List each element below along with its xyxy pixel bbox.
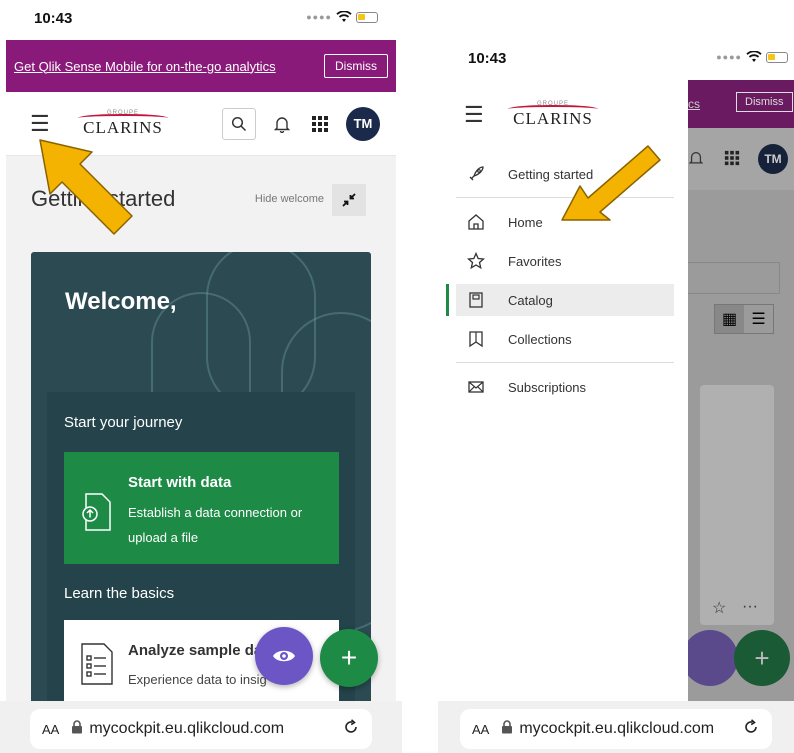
lock-icon [501, 719, 513, 739]
dimmed-user-avatar: TM [758, 144, 788, 174]
reload-icon[interactable] [742, 718, 760, 741]
checklist-document-icon [80, 642, 114, 691]
dimmed-bell-icon [688, 150, 704, 171]
battery-icon [356, 11, 378, 23]
status-bar: 10:43 ●●●● [0, 0, 402, 40]
hamburger-menu-icon[interactable]: ☰ [464, 102, 492, 128]
nav-item-home[interactable]: Home [456, 206, 674, 238]
dimmed-banner-link: cs [688, 97, 700, 111]
hamburger-menu-icon[interactable]: ☰ [30, 111, 58, 137]
mobile-app-banner: Get Qlik Sense Mobile for on-the-go anal… [6, 40, 396, 92]
dimmed-view-toggle: ▦ ☰ [714, 304, 774, 334]
collapse-icon [342, 193, 356, 207]
get-mobile-app-link[interactable]: Get Qlik Sense Mobile for on-the-go anal… [14, 59, 276, 74]
collapse-welcome-button[interactable] [332, 184, 366, 216]
start-with-data-description: Establish a data connection or upload a … [128, 505, 303, 545]
search-button[interactable] [222, 107, 256, 140]
dimmed-star-icon: ☆ [712, 600, 727, 617]
rocket-icon [456, 165, 496, 183]
battery-icon [766, 51, 788, 63]
welcome-card: Welcome, Start your journey Start with d… [31, 252, 371, 701]
signal-icon: ●●●● [716, 52, 742, 62]
phone-screen-home: 10:43 ●●●● Get Qlik Sense Mobile for on-… [0, 0, 402, 753]
nav-item-catalog[interactable]: Catalog [446, 284, 674, 316]
list-view-icon: ☰ [751, 311, 766, 328]
welcome-heading: Welcome, [65, 288, 177, 315]
star-icon [456, 252, 496, 270]
bookmark-icon [456, 330, 496, 348]
envelope-icon [456, 378, 496, 396]
start-with-data-card[interactable]: Start with data Establish a data connect… [64, 452, 339, 564]
dimmed-more-icon: ··· [742, 598, 758, 615]
status-bar: 10:43 ●●●● [438, 40, 794, 80]
nav-item-collections[interactable]: Collections [456, 323, 674, 355]
status-icons: ●●●● [306, 11, 378, 23]
hide-welcome-label[interactable]: Hide welcome [255, 193, 324, 205]
url-text: mycockpit.eu.qlikcloud.com [519, 720, 715, 737]
text-size-button[interactable]: AA [472, 722, 489, 737]
wifi-icon [336, 11, 352, 22]
dismiss-button[interactable]: Dismiss [324, 54, 388, 78]
start-with-data-title: Start with data [128, 474, 232, 491]
search-icon [231, 116, 247, 131]
grid-view-icon: ▦ [715, 305, 744, 333]
apps-grid-icon[interactable] [308, 112, 332, 136]
reload-icon[interactable] [342, 718, 360, 741]
insight-icon [273, 650, 295, 662]
status-icons: ●●●● [716, 51, 788, 63]
analyze-sample-data-description: Experience data to insig [128, 672, 267, 687]
top-navigation-bar: ☰ GROUPE CLARINS TM [6, 92, 396, 156]
url-text: mycockpit.eu.qlikcloud.com [89, 720, 285, 737]
browser-url-bar: AA mycockpit.eu.qlikcloud.com [0, 701, 402, 753]
status-time: 10:43 [34, 10, 73, 27]
signal-icon: ●●●● [306, 12, 332, 22]
bell-icon[interactable] [270, 112, 294, 136]
lock-icon [71, 719, 83, 739]
create-new-button[interactable]: + [320, 629, 378, 687]
analyze-sample-data-title: Analyze sample da [128, 642, 263, 659]
dimmed-dismiss-button: Dismiss [736, 92, 793, 112]
dimmed-create-button: + [734, 630, 790, 686]
home-icon [456, 213, 496, 231]
upload-file-icon [80, 492, 114, 537]
wifi-icon [746, 51, 762, 62]
address-bar[interactable]: AA mycockpit.eu.qlikcloud.com [460, 709, 772, 749]
journey-title: Start your journey [64, 414, 183, 431]
dimmed-insight-button [682, 630, 738, 686]
main-content: Getting started Hide welcome Welcome, St… [6, 156, 396, 701]
nav-item-getting-started[interactable]: Getting started [456, 158, 674, 190]
insight-advisor-button[interactable] [255, 627, 313, 685]
learn-basics-title: Learn the basics [64, 585, 175, 602]
dimmed-apps-grid-icon [724, 150, 740, 171]
browser-url-bar: AA mycockpit.eu.qlikcloud.com [438, 701, 794, 753]
user-avatar[interactable]: TM [346, 106, 380, 141]
nav-item-subscriptions[interactable]: Subscriptions [456, 371, 674, 403]
clarins-logo: GROUPE CLARINS [78, 110, 168, 138]
address-bar[interactable]: AA mycockpit.eu.qlikcloud.com [30, 709, 372, 749]
navigation-drawer: ☰ GROUPE CLARINS Getting started Home Fa… [438, 80, 688, 701]
status-time: 10:43 [468, 50, 507, 67]
catalog-icon [456, 291, 496, 309]
nav-item-favorites[interactable]: Favorites [456, 245, 674, 277]
phone-screen-menu-open: 10:43 ●●●● cs Dismiss TM ▦ ☰ ☆ ··· + ☰ G… [438, 0, 794, 753]
text-size-button[interactable]: AA [42, 722, 59, 737]
page-title: Getting started [31, 186, 176, 211]
clarins-logo: GROUPE CLARINS [508, 101, 598, 129]
